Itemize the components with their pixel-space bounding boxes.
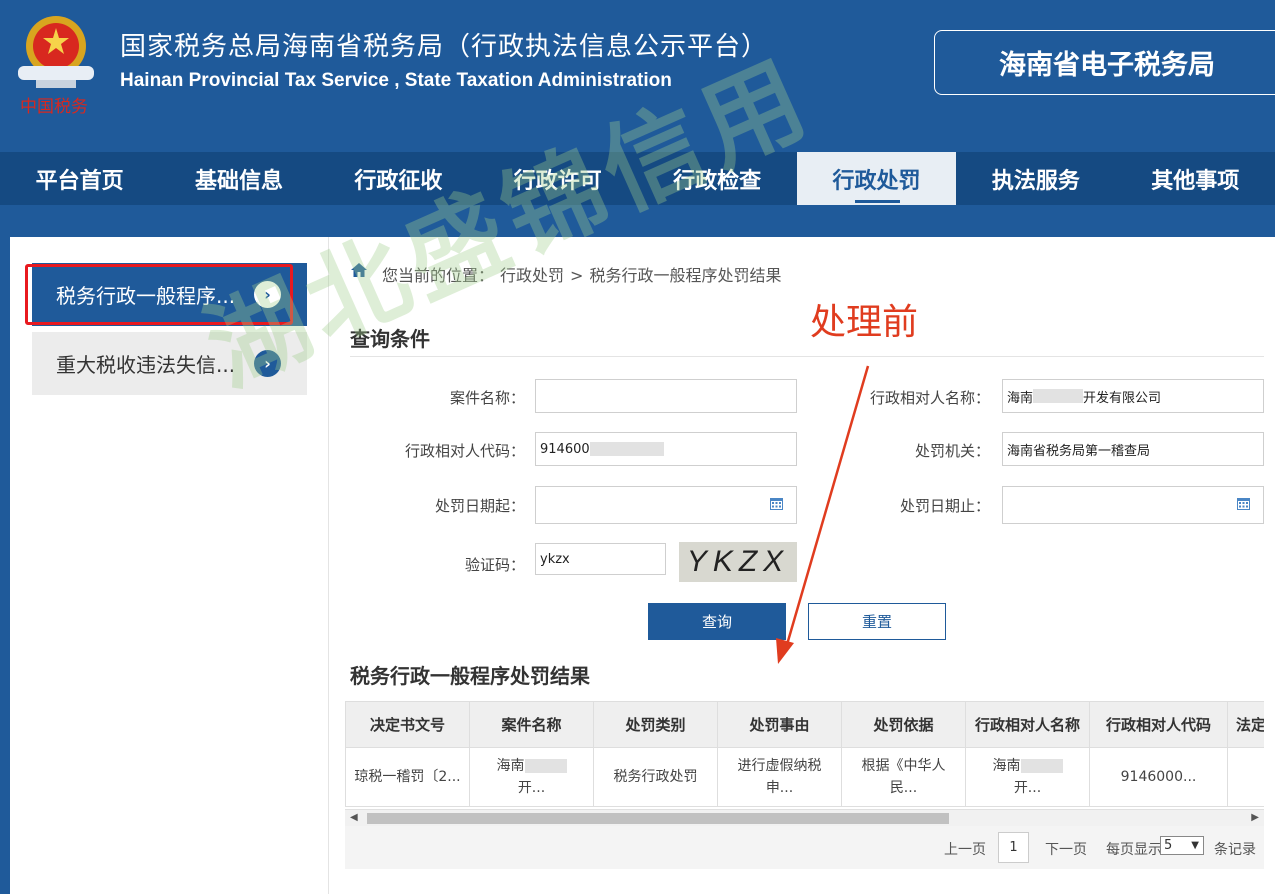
- date-from-label: 处罚日期起：: [434, 497, 525, 515]
- party-code-input[interactable]: 914600: [535, 432, 797, 466]
- prev-page-link[interactable]: 上一页: [944, 839, 986, 859]
- results-table: 决定书文号 案件名称 处罚类别 处罚事由 处罚依据 行政相对人名称 行政相对人代…: [345, 701, 1264, 807]
- authority-label: 处罚机关：: [914, 442, 990, 460]
- query-section-title: 查询条件: [350, 327, 430, 351]
- site-header: 中国税务 国家税务总局海南省税务局（行政执法信息公示平台） Hainan Pro…: [0, 0, 1275, 152]
- table-cell[interactable]: 进行虚假纳税 申...: [717, 747, 842, 807]
- nav-item-admin-levy[interactable]: 行政征收: [319, 152, 478, 205]
- calendar-icon[interactable]: [1236, 496, 1251, 511]
- results-table-wrapper: 决定书文号 案件名称 处罚类别 处罚事由 处罚依据 行政相对人名称 行政相对人代…: [345, 701, 1264, 826]
- column-header: 处罚事由: [717, 701, 842, 748]
- date-from-input[interactable]: [535, 486, 797, 524]
- scroll-right-arrow-icon[interactable]: ▶: [1251, 812, 1259, 823]
- sidebar-item-major-violation[interactable]: 重大税收违法失信... ›: [32, 332, 307, 395]
- per-page-select[interactable]: 5 ▼: [1160, 836, 1204, 855]
- captcha-label: 验证码：: [464, 556, 525, 574]
- sidebar-divider: [328, 237, 329, 894]
- cell-text: 开...: [1013, 780, 1042, 796]
- results-section-title: 税务行政一般程序处罚结果: [350, 664, 590, 688]
- table-cell[interactable]: 海南开...: [965, 747, 1090, 807]
- redacted-mask: [524, 759, 567, 773]
- main-nav: 平台首页 基础信息 行政征收 行政许可 行政检查 行政处罚 执法服务 其他事项: [0, 152, 1275, 205]
- horizontal-scrollbar[interactable]: ◀ ▶: [345, 809, 1264, 826]
- breadcrumb-level1[interactable]: 行政处罚: [500, 266, 564, 285]
- records-label: 条记录: [1214, 842, 1256, 858]
- scroll-left-arrow-icon[interactable]: ◀: [350, 812, 358, 823]
- case-name-label: 案件名称：: [449, 389, 525, 407]
- cell-text: 开...: [517, 780, 546, 796]
- date-to-input[interactable]: [1002, 486, 1264, 524]
- column-header: 处罚类别: [593, 701, 718, 748]
- nav-item-other-matters[interactable]: 其他事项: [1116, 152, 1275, 205]
- section-divider: [350, 356, 1264, 357]
- nav-item-home[interactable]: 平台首页: [0, 152, 159, 205]
- party-name-value-start: 海南: [1007, 390, 1034, 406]
- party-code-value: 914600: [540, 441, 590, 457]
- home-icon[interactable]: [350, 261, 368, 279]
- redacted-mask: [1020, 759, 1063, 773]
- table-header-row: 决定书文号 案件名称 处罚类别 处罚事由 处罚依据 行政相对人名称 行政相对人代…: [345, 701, 1264, 748]
- chevron-down-icon: ▼: [1191, 840, 1199, 851]
- table-row[interactable]: 琼税一稽罚〔2... 海南开... 税务行政处罚 进行虚假纳税 申... 根据《中…: [345, 747, 1264, 807]
- cell-text: 民...: [889, 780, 918, 796]
- redacted-mask: [1033, 389, 1084, 403]
- cell-text: 申...: [765, 780, 794, 796]
- page-number-button[interactable]: 1: [998, 832, 1029, 863]
- table-cell[interactable]: [1227, 747, 1264, 807]
- party-name-input[interactable]: 海南 开发有限公司: [1002, 379, 1264, 413]
- cell-text: 海南: [496, 758, 525, 774]
- cell-text: 海南: [992, 758, 1021, 774]
- date-to-label: 处罚日期止：: [899, 497, 990, 515]
- cell-text: 根据《中华人: [861, 758, 946, 774]
- site-title-en: Hainan Provincial Tax Service , State Ta…: [120, 70, 672, 91]
- column-header: 案件名称: [469, 701, 594, 748]
- nav-item-admin-inspection[interactable]: 行政检查: [638, 152, 797, 205]
- sidebar-item-label: 重大税收违法失信...: [56, 353, 236, 377]
- red-highlight-box: [25, 264, 293, 325]
- breadcrumb: 您当前的位置： 行政处罚 > 税务行政一般程序处罚结果: [382, 262, 787, 286]
- nav-item-enforcement-service[interactable]: 执法服务: [956, 152, 1115, 205]
- site-title-cn: 国家税务总局海南省税务局（行政执法信息公示平台）: [120, 32, 769, 62]
- national-emblem-logo: 中国税务: [18, 16, 94, 117]
- scrollbar-thumb[interactable]: [367, 813, 949, 824]
- table-cell[interactable]: 根据《中华人 民...: [841, 747, 966, 807]
- column-header: 决定书文号: [345, 701, 470, 748]
- per-page-value: 5: [1164, 838, 1173, 853]
- cell-text: 进行虚假纳税: [737, 758, 822, 774]
- column-header: 行政相对人名称: [965, 701, 1090, 748]
- party-name-value-end: 开发有限公司: [1083, 390, 1162, 406]
- per-page-label: 每页显示: [1106, 842, 1162, 858]
- annotation-label: 处理前: [810, 302, 919, 343]
- column-header: 处罚依据: [841, 701, 966, 748]
- table-cell[interactable]: 海南开...: [469, 747, 594, 807]
- breadcrumb-prefix: 您当前的位置：: [382, 266, 495, 285]
- table-cell[interactable]: 税务行政处罚: [593, 747, 718, 807]
- party-code-label: 行政相对人代码：: [404, 442, 525, 460]
- chevron-right-icon: ›: [254, 350, 281, 377]
- table-cell[interactable]: 9146000...: [1089, 747, 1228, 807]
- breadcrumb-separator: >: [570, 266, 584, 285]
- next-page-link[interactable]: 下一页: [1045, 839, 1087, 859]
- annotation-arrow-icon: [776, 365, 870, 664]
- content-panel: 税务行政一般程序... › 重大税收违法失信... › 您当前的位置： 行政处罚 >…: [10, 237, 1275, 894]
- breadcrumb-level2: 税务行政一般程序处罚结果: [589, 266, 782, 285]
- nav-item-admin-penalty[interactable]: 行政处罚: [796, 152, 957, 205]
- column-header: 行政相对人代码: [1089, 701, 1228, 748]
- captcha-input[interactable]: ykzx: [535, 543, 666, 575]
- pagination: 上一页 1 下一页 每页显示 5 ▼ 条记录: [345, 826, 1264, 869]
- nav-item-admin-license[interactable]: 行政许可: [478, 152, 637, 205]
- authority-input[interactable]: 海南省税务局第一稽查局: [1002, 432, 1264, 466]
- etax-link-button[interactable]: 海南省电子税务局: [934, 30, 1275, 95]
- case-name-input[interactable]: [535, 379, 797, 413]
- logo-text: 中国税务: [20, 97, 88, 117]
- nav-item-basic-info[interactable]: 基础信息: [159, 152, 318, 205]
- redacted-mask: [589, 442, 664, 456]
- column-header: 法定: [1227, 701, 1264, 748]
- table-cell[interactable]: 琼税一稽罚〔2...: [345, 747, 470, 807]
